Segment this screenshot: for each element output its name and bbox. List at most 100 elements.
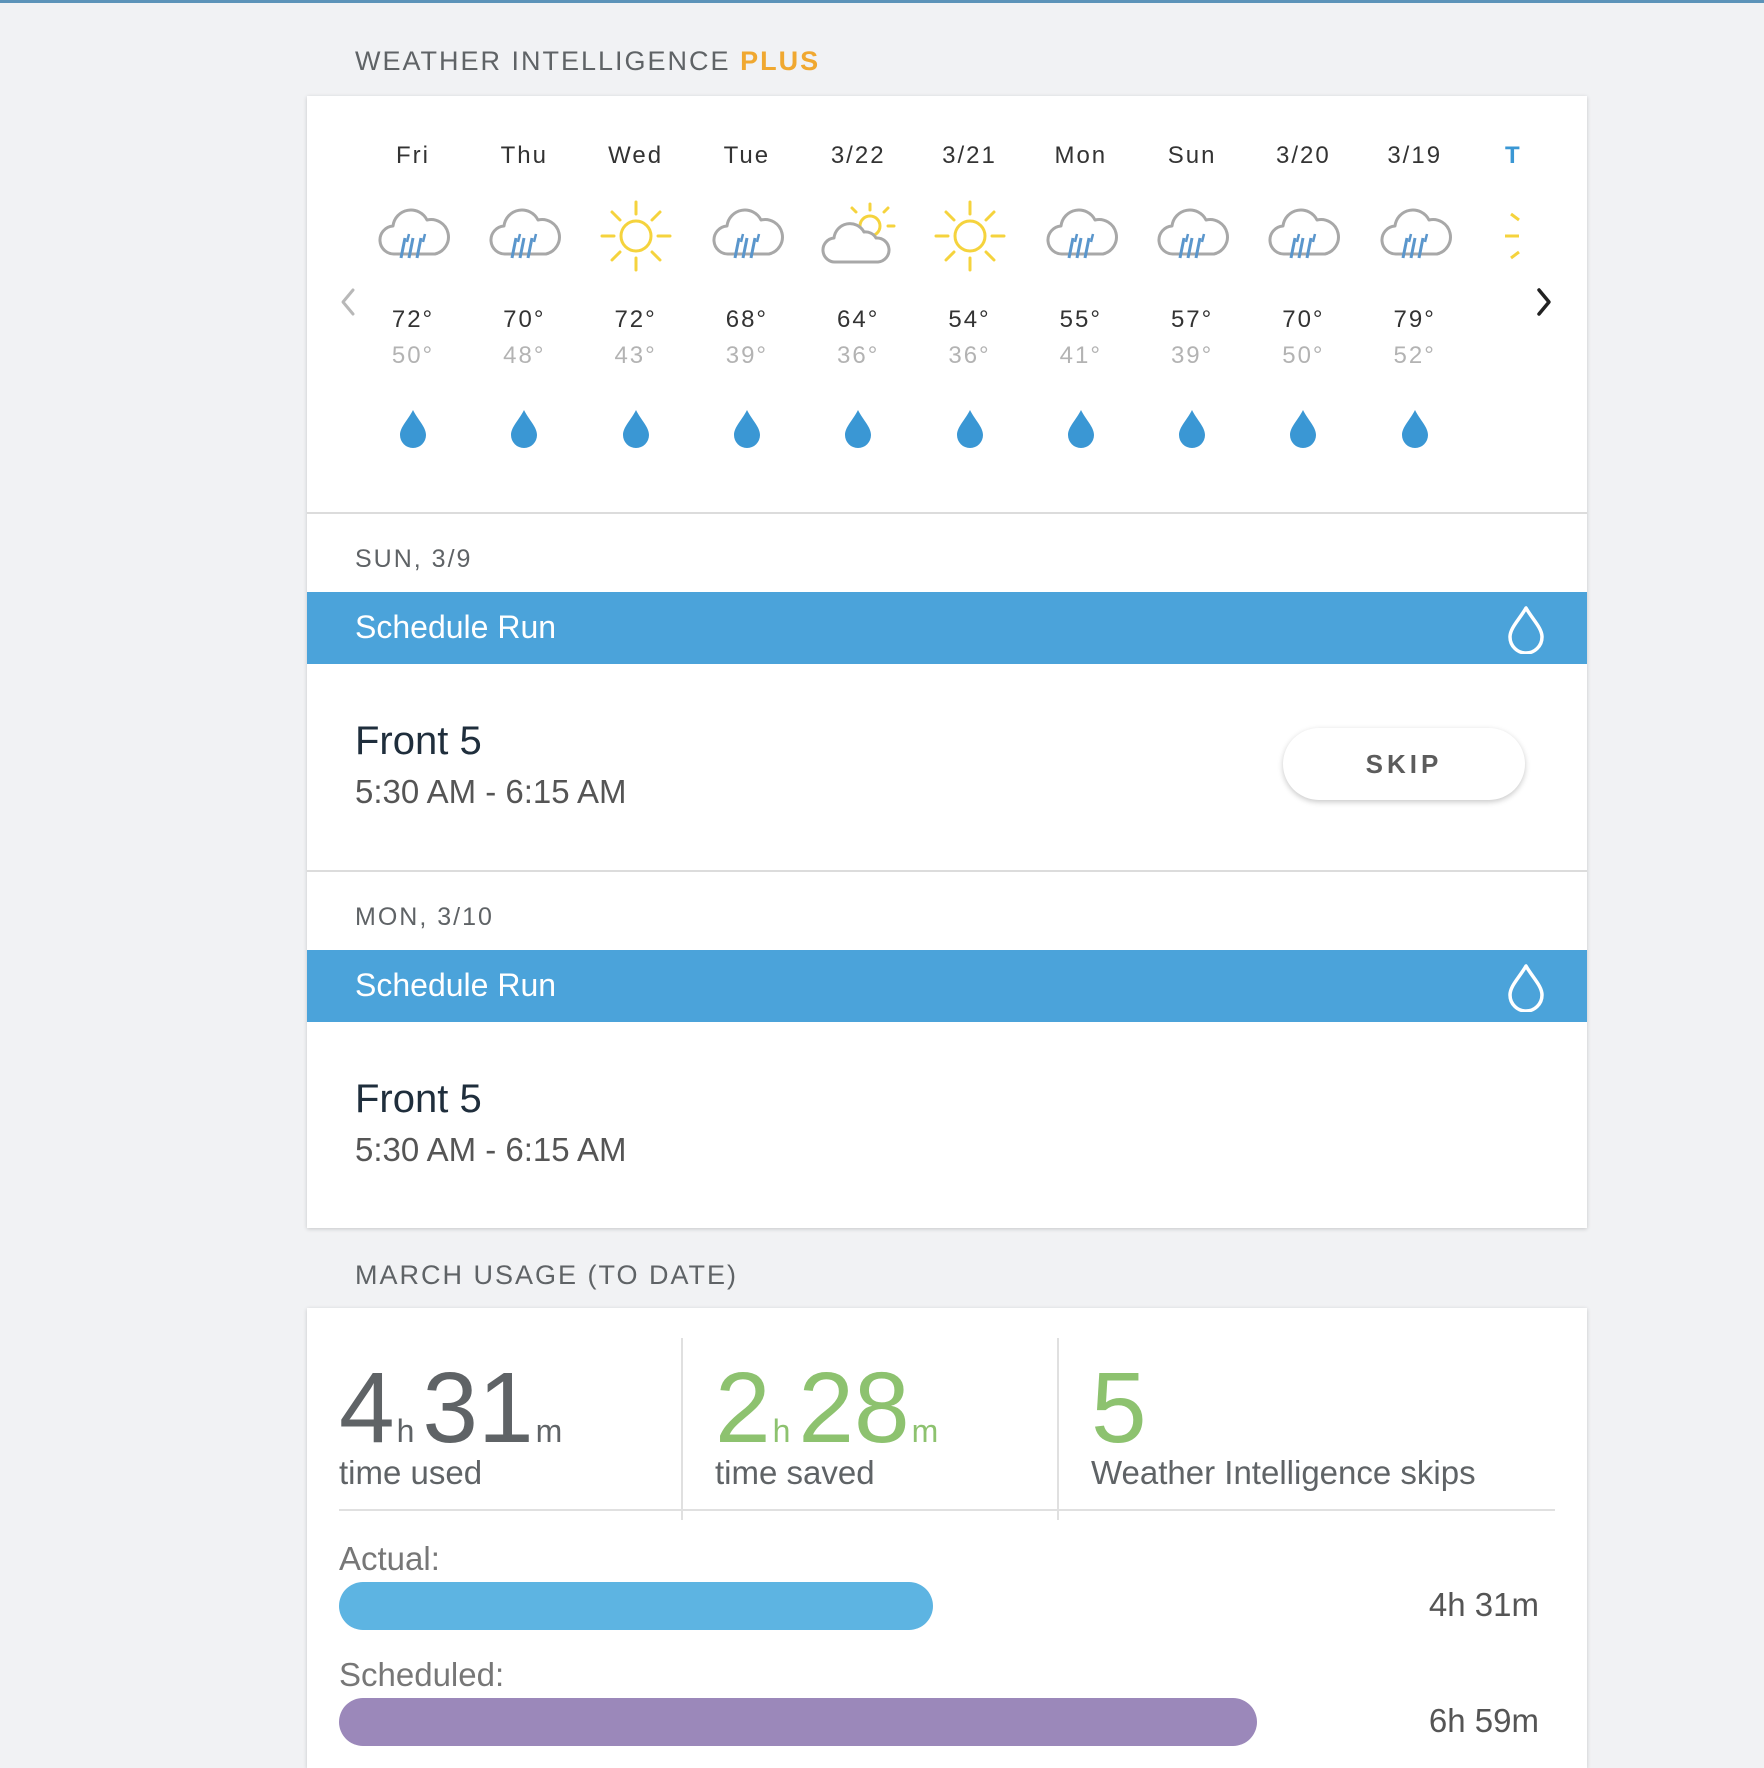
forecast-high-temp: 57°	[1170, 306, 1214, 333]
schedule-run-label: Schedule Run	[355, 609, 557, 645]
partly-cloudy-icon	[821, 202, 896, 264]
sun-icon	[600, 200, 672, 272]
forecast-high-temp: 64°	[837, 306, 880, 333]
forecast-day-label: Thu	[500, 142, 548, 169]
forecast-low-temp: 50°	[391, 342, 435, 369]
forecast-low-temp: 41°	[1059, 342, 1102, 369]
scheduled-bar-label: Scheduled:	[339, 1656, 505, 1693]
skip-button[interactable]: SKIP	[1283, 728, 1525, 800]
forecast-day-label: Sun	[1167, 142, 1217, 169]
rain-cloud-icon	[712, 208, 784, 259]
rain-cloud-icon	[1380, 208, 1452, 259]
forecast-day-label: 3/20	[1276, 142, 1331, 169]
weather-intelligence-title: WEATHER INTELLIGENCE PLUS	[355, 46, 820, 77]
schedule-run-label: Schedule Run	[355, 967, 557, 1003]
forecast-day[interactable]: 3/19 79° 52°	[1359, 96, 1471, 513]
forecast-low-temp: 36°	[948, 342, 991, 369]
title-text: WEATHER INTELLIGENCE	[355, 46, 731, 76]
chevron-right-icon[interactable]	[1529, 282, 1559, 322]
forecast-day[interactable]: Fri 72° 50°	[357, 96, 469, 513]
scheduled-bar-value: 6h 59m	[1428, 1702, 1539, 1739]
zone-name: Front 5	[355, 719, 482, 763]
water-drop-icon	[1508, 606, 1544, 654]
forecast-day-label: 3/21	[942, 142, 997, 169]
title-plus-badge: PLUS	[740, 46, 821, 76]
schedule-run-bar[interactable]: Schedule Run	[307, 950, 1587, 1022]
usage-divider	[339, 1509, 1555, 1511]
skips-count-value: 5	[1091, 1352, 1147, 1464]
time-used-label: time used	[339, 1454, 483, 1491]
forecast-day-label: Fri	[396, 142, 430, 169]
zone-name: Front 5	[355, 1077, 482, 1121]
forecast-strip: Fri 72° 50° Thu 70° 48° Wed 72° 43° Tue 68° 39° 3/22…	[307, 96, 1587, 513]
stat-divider	[681, 1338, 683, 1520]
forecast-high-temp: 79°	[1393, 306, 1436, 333]
forecast-day-label: T	[1505, 142, 1522, 169]
forecast-day-label: 3/22	[830, 142, 886, 169]
forecast-high-temp: 55°	[1059, 306, 1102, 333]
scheduled-usage-bar	[339, 1698, 1389, 1746]
forecast-day[interactable]: Mon 55° 41°	[1025, 96, 1137, 513]
water-drop-icon	[1508, 964, 1544, 1012]
schedule-run-bar[interactable]: Schedule Run	[307, 592, 1587, 664]
zone-time-range: 5:30 AM - 6:15 AM	[355, 773, 627, 810]
actual-bar-label: Actual:	[339, 1540, 440, 1577]
rain-cloud-icon	[378, 208, 450, 259]
forecast-day[interactable]: Sun 57° 39°	[1136, 96, 1248, 513]
forecast-low-temp: 50°	[1282, 342, 1325, 369]
forecast-day[interactable]: Wed 72° 43°	[580, 96, 692, 513]
forecast-divider	[307, 512, 1587, 514]
actual-usage-bar	[339, 1582, 1389, 1630]
forecast-low-temp: 36°	[837, 342, 880, 369]
sun-icon	[1505, 212, 1520, 260]
sun-icon	[934, 200, 1005, 272]
actual-usage-bar-fill	[339, 1582, 933, 1630]
schedule-divider	[307, 870, 1587, 872]
forecast-high-temp: 72°	[614, 306, 657, 333]
forecast-day-label: 3/19	[1387, 142, 1443, 169]
water-drop-icon	[1401, 410, 1428, 448]
zone-time-range: 5:30 AM - 6:15 AM	[355, 1131, 627, 1168]
forecast-day-label: Mon	[1054, 142, 1108, 169]
usage-section-title: MARCH USAGE (TO DATE)	[355, 1260, 739, 1290]
skips-label: Weather Intelligence skips	[1091, 1454, 1476, 1491]
rain-cloud-icon	[489, 208, 562, 259]
usage-card: 4h31m time used 2h28m time saved 5 Weath…	[307, 1308, 1587, 1768]
forecast-low-temp: 39°	[725, 342, 769, 369]
water-drop-icon	[400, 410, 426, 448]
scheduled-usage-bar-fill	[339, 1698, 1257, 1746]
water-drop-icon	[1179, 410, 1206, 448]
time-saved-label: time saved	[715, 1454, 875, 1491]
schedule-date-label: MON, 3/10	[355, 903, 494, 931]
water-drop-icon	[1067, 410, 1094, 448]
forecast-day[interactable]: Thu 70° 48°	[468, 96, 580, 513]
weather-schedule-card: Fri 72° 50° Thu 70° 48° Wed 72° 43° Tue 68° 39° 3/22…	[307, 96, 1587, 1228]
forecast-day-label: Wed	[608, 142, 664, 169]
top-border	[0, 0, 1764, 3]
water-drop-icon	[511, 410, 538, 448]
water-drop-icon	[956, 410, 983, 448]
schedule-date-label: SUN, 3/9	[355, 545, 473, 573]
forecast-high-temp: 70°	[1282, 306, 1325, 333]
forecast-day[interactable]: 3/22 64° 36°	[802, 96, 914, 513]
forecast-low-temp: 39°	[1170, 342, 1214, 369]
forecast-high-temp: 68°	[725, 306, 769, 333]
rain-cloud-icon	[1157, 208, 1230, 259]
water-drop-icon	[733, 410, 760, 448]
stat-divider	[1057, 1338, 1059, 1520]
rain-cloud-icon	[1046, 208, 1118, 259]
water-drop-icon	[622, 410, 649, 448]
actual-bar-value: 4h 31m	[1428, 1586, 1539, 1623]
water-drop-icon	[1290, 410, 1317, 448]
rain-cloud-icon	[1268, 208, 1341, 259]
forecast-high-temp: 54°	[948, 306, 991, 333]
forecast-high-temp: 70°	[503, 306, 546, 333]
forecast-day[interactable]: 3/20 70° 50°	[1247, 96, 1359, 513]
forecast-low-temp: 52°	[1393, 342, 1436, 369]
forecast-low-temp: 48°	[503, 342, 546, 369]
forecast-day[interactable]: 3/21 54° 36°	[914, 96, 1026, 513]
forecast-low-temp: 43°	[614, 342, 657, 369]
forecast-day[interactable]: Tue 68° 39°	[691, 96, 803, 513]
forecast-day-label: Tue	[723, 142, 771, 169]
water-drop-icon	[845, 410, 872, 448]
